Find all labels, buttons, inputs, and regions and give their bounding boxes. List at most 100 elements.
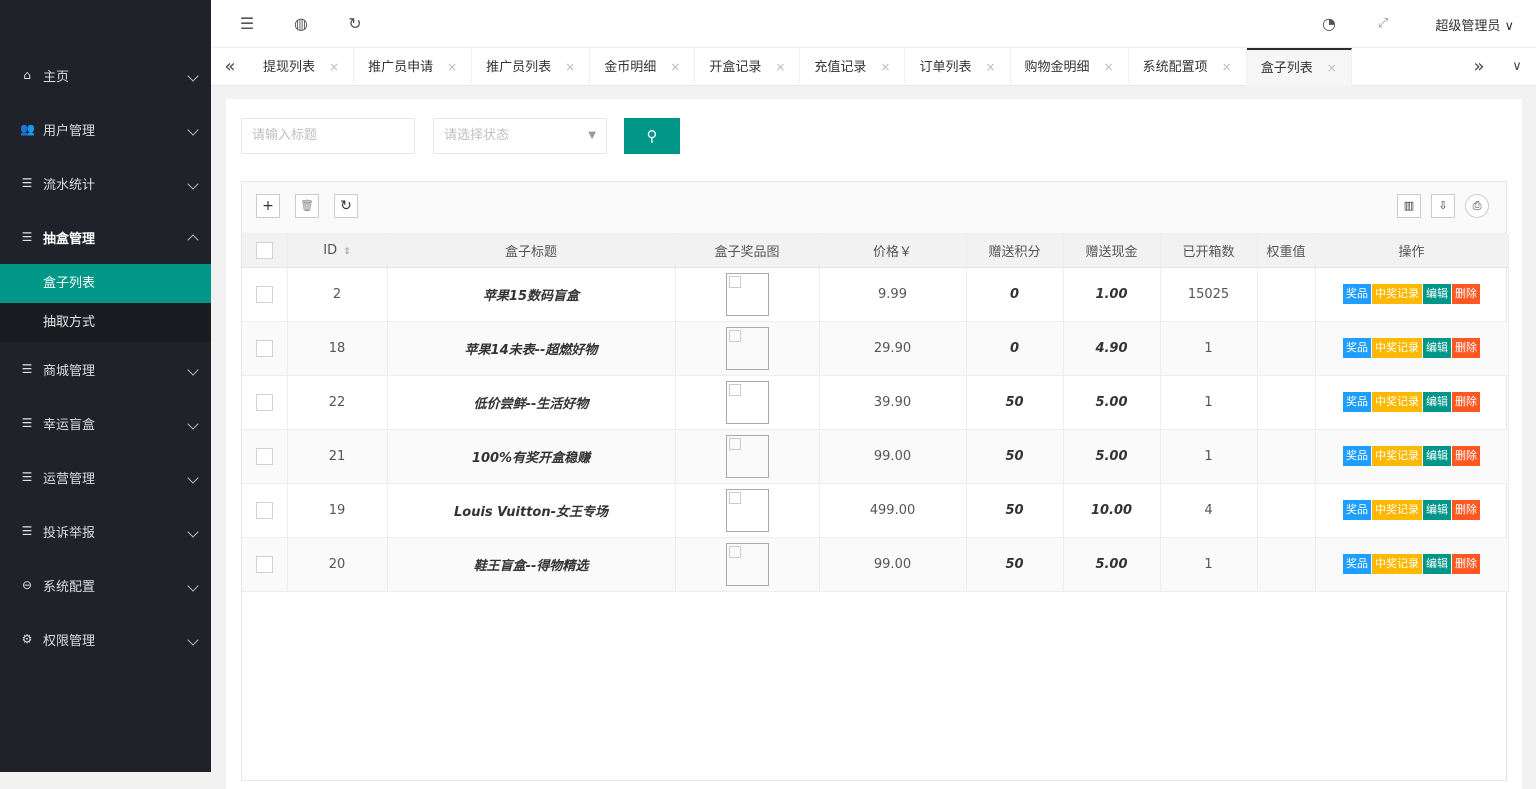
close-icon[interactable]: × [670, 60, 680, 74]
close-icon[interactable]: × [565, 60, 575, 74]
delete-button[interactable]: 删除 [1452, 392, 1480, 412]
table-row[interactable]: 2 苹果15数码盲盒 9.99 0 1.00 15025 奖品 中奖记录 编辑 删除 [242, 267, 1509, 322]
prize-button[interactable]: 奖品 [1343, 338, 1371, 358]
prize-button[interactable]: 奖品 [1343, 554, 1371, 574]
close-icon[interactable]: × [1104, 60, 1114, 74]
tab-open-record[interactable]: 开盒记录 × [695, 48, 801, 86]
prize-button[interactable]: 奖品 [1343, 284, 1371, 304]
cell-opened: 1 [1160, 321, 1258, 376]
delete-button[interactable]: 删除 [1452, 284, 1480, 304]
close-icon[interactable]: × [329, 60, 339, 74]
row-checkbox-cell[interactable] [242, 375, 288, 430]
tabs-scroll-left-icon[interactable]: « [211, 48, 249, 86]
prize-button[interactable]: 奖品 [1343, 500, 1371, 520]
cell-image [675, 429, 820, 484]
user-menu[interactable]: 超级管理员 ∨ [1435, 15, 1514, 34]
columns-icon[interactable]: ▥ [1397, 194, 1421, 218]
delete-button[interactable]: 删除 [1452, 554, 1480, 574]
row-checkbox[interactable] [255, 447, 273, 465]
win-record-button[interactable]: 中奖记录 [1372, 284, 1422, 304]
edit-button[interactable]: 编辑 [1423, 284, 1451, 304]
row-checkbox-cell[interactable] [242, 537, 288, 592]
sidebar-item-mall[interactable]: ☰ 商城管理 [0, 342, 211, 396]
row-checkbox-cell[interactable] [242, 429, 288, 484]
row-checkbox[interactable] [255, 501, 273, 519]
column-header-id[interactable]: ID ⇕ [287, 234, 388, 268]
win-record-button[interactable]: 中奖记录 [1372, 446, 1422, 466]
search-button[interactable]: ⚲ [624, 118, 680, 154]
tab-promoter-list[interactable]: 推广员列表 × [472, 48, 591, 86]
row-checkbox[interactable] [255, 339, 273, 357]
prize-button[interactable]: 奖品 [1343, 446, 1371, 466]
close-icon[interactable]: × [1327, 61, 1337, 75]
sidebar-subitem-box-list[interactable]: 盒子列表 [0, 264, 211, 303]
prize-button[interactable]: 奖品 [1343, 392, 1371, 412]
sidebar-item-box[interactable]: ☰ 抽盒管理 [0, 210, 211, 264]
sidebar-item-permissions[interactable]: ⚙ 权限管理 [0, 612, 211, 666]
row-checkbox[interactable] [255, 555, 273, 573]
status-select[interactable]: 请选择状态 ▼ [433, 118, 607, 154]
refresh-icon[interactable]: ↻ [345, 14, 365, 34]
tab-recharge-record[interactable]: 充值记录 × [800, 48, 906, 86]
table-row[interactable]: 18 苹果14未表--超燃好物 29.90 0 4.90 1 奖品 中奖记录 编辑 删除 [242, 321, 1509, 376]
export-icon[interactable]: ⇩ [1431, 194, 1455, 218]
row-checkbox-cell[interactable] [242, 321, 288, 376]
edit-button[interactable]: 编辑 [1423, 500, 1451, 520]
win-record-button[interactable]: 中奖记录 [1372, 338, 1422, 358]
select-all-checkbox[interactable] [255, 241, 273, 259]
edit-button[interactable]: 编辑 [1423, 392, 1451, 412]
globe-icon[interactable]: ◍ [291, 14, 311, 34]
edit-button[interactable]: 编辑 [1423, 554, 1451, 574]
sidebar-item-flow[interactable]: ☰ 流水统计 [0, 156, 211, 210]
table-row[interactable]: 22 低价尝鲜--生活好物 39.90 50 5.00 1 奖品 中奖记录 编辑 删除 [242, 375, 1509, 430]
row-checkbox[interactable] [255, 285, 273, 303]
tab-box-list[interactable]: 盒子列表 × [1246, 48, 1352, 86]
win-record-button[interactable]: 中奖记录 [1372, 500, 1422, 520]
win-record-button[interactable]: 中奖记录 [1372, 392, 1422, 412]
sidebar-item-complaints[interactable]: ☰ 投诉举报 [0, 504, 211, 558]
tab-order-list[interactable]: 订单列表 × [905, 48, 1011, 86]
sidebar-item-home[interactable]: ⌂ 主页 [0, 48, 211, 102]
edit-button[interactable]: 编辑 [1423, 338, 1451, 358]
tab-promoter-apply[interactable]: 推广员申请 × [354, 48, 473, 86]
row-checkbox[interactable] [255, 393, 273, 411]
menu-toggle-icon[interactable]: ☰ [237, 14, 257, 34]
win-record-button[interactable]: 中奖记录 [1372, 554, 1422, 574]
table-row[interactable]: 19 Louis Vuitton-女王专场 499.00 50 10.00 4 奖品 中奖记录… [242, 483, 1509, 538]
delete-button[interactable]: 删除 [1452, 338, 1480, 358]
tab-system-config[interactable]: 系统配置项 × [1129, 48, 1247, 86]
tabs-scroll-right-icon[interactable]: » [1460, 48, 1498, 86]
tab-label: 金币明细 [604, 60, 657, 75]
row-checkbox-cell[interactable] [242, 267, 288, 322]
trash-icon[interactable]: 🗑 [295, 194, 319, 218]
sidebar-item-sysconfig[interactable]: ⊖ 系统配置 [0, 558, 211, 612]
sidebar-item-ops[interactable]: ☰ 运营管理 [0, 450, 211, 504]
tab-shopping-gold[interactable]: 购物金明细 × [1011, 48, 1129, 86]
sidebar-subitem-draw-method[interactable]: 抽取方式 [0, 303, 211, 342]
close-icon[interactable]: × [447, 60, 457, 74]
edit-button[interactable]: 编辑 [1423, 446, 1451, 466]
sidebar-item-lucky[interactable]: ☰ 幸运盲盒 [0, 396, 211, 450]
sidebar-item-users[interactable]: 👥 用户管理 [0, 102, 211, 156]
tabs-menu-chevron-icon[interactable]: ∨ [1498, 48, 1536, 86]
print-icon[interactable]: ⎙ [1465, 194, 1489, 218]
select-all-checkbox-cell[interactable] [242, 234, 288, 268]
refresh-icon[interactable]: ↻ [334, 194, 358, 218]
tab-coin-detail[interactable]: 金币明细 × [590, 48, 696, 86]
delete-button[interactable]: 删除 [1452, 500, 1480, 520]
close-icon[interactable]: × [1222, 60, 1232, 74]
sort-icon[interactable]: ⇕ [343, 247, 351, 257]
theme-icon[interactable]: ◔ [1319, 14, 1339, 34]
row-checkbox-cell[interactable] [242, 483, 288, 538]
tab-withdraw-list[interactable]: 提现列表 × [249, 48, 355, 86]
close-icon[interactable]: × [775, 60, 785, 74]
cell-weight [1257, 375, 1316, 430]
delete-button[interactable]: 删除 [1452, 446, 1480, 466]
close-icon[interactable]: × [880, 60, 890, 74]
fullscreen-icon[interactable]: ⤢ [1373, 14, 1393, 34]
table-row[interactable]: 20 鞋王盲盒--得物精选 99.00 50 5.00 1 奖品 中奖记录 编辑 删除 [242, 537, 1509, 592]
title-search-input[interactable]: 请输入标题 [241, 118, 415, 154]
close-icon[interactable]: × [985, 60, 995, 74]
table-row[interactable]: 21 100%有奖开盒稳赚 99.00 50 5.00 1 奖品 中奖记录 编辑 删除 [242, 429, 1509, 484]
add-icon[interactable]: + [256, 194, 280, 218]
